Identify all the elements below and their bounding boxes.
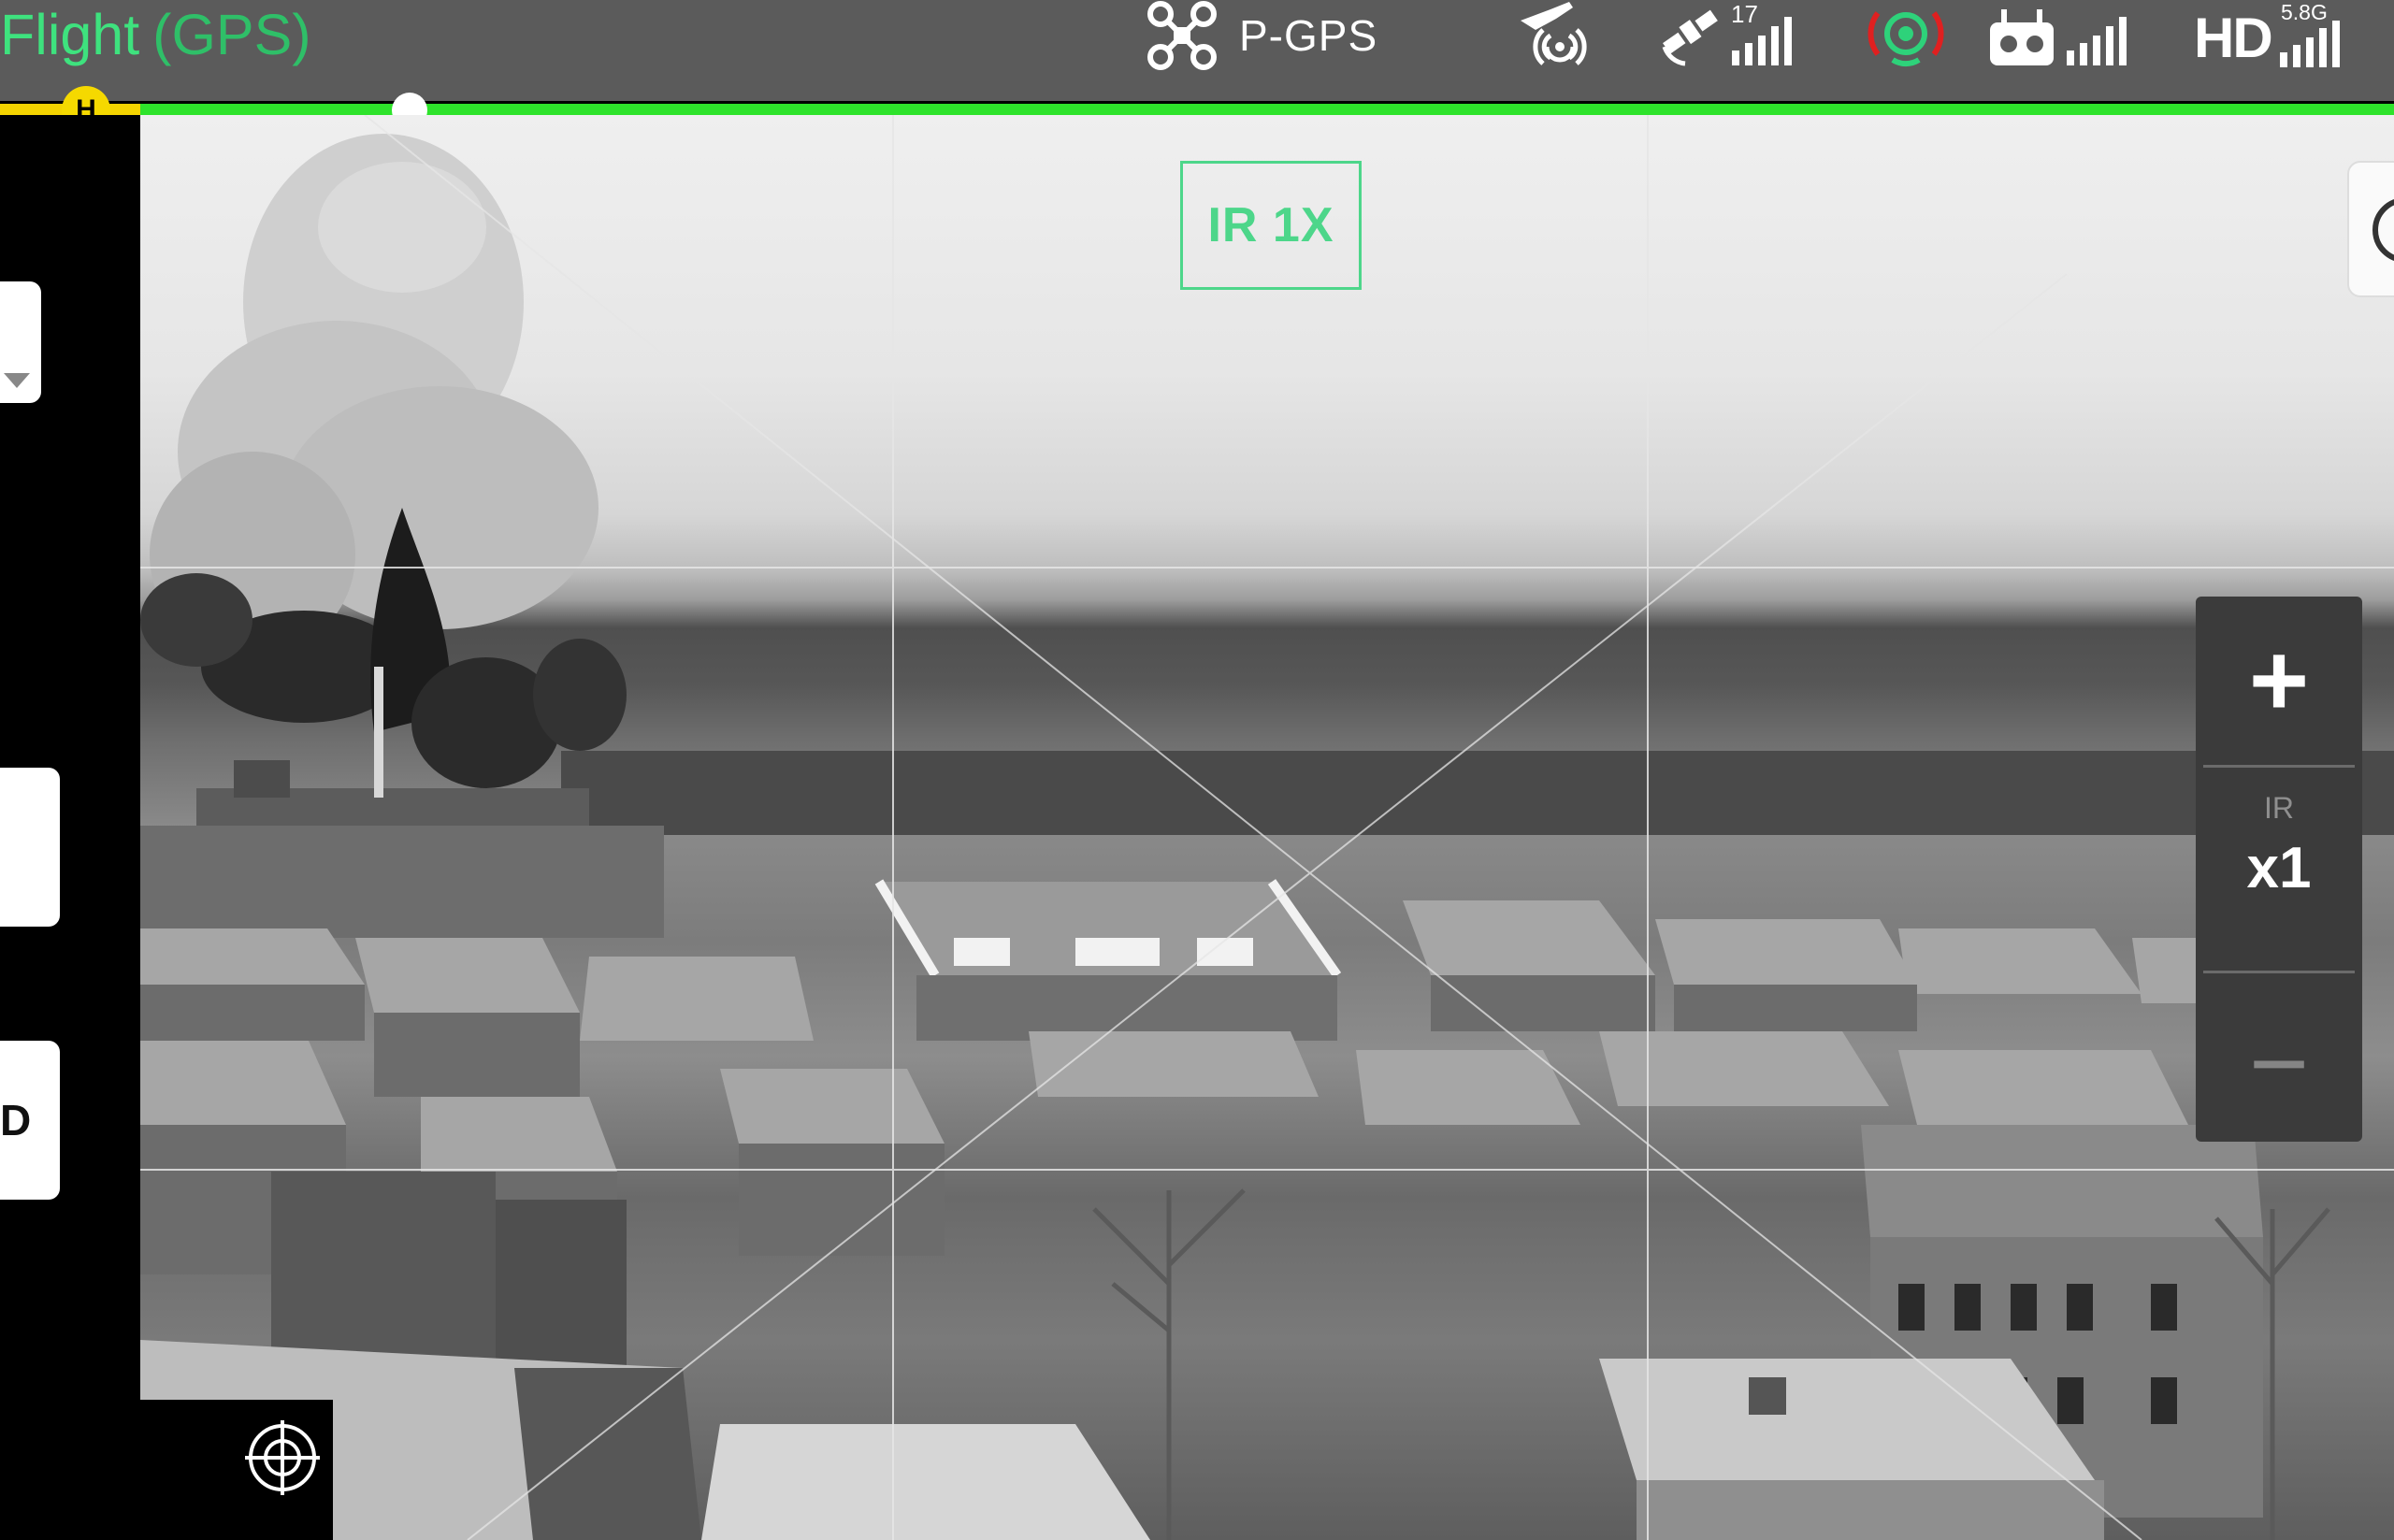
top-status-bar: Flight (GPS) P-GPS 17 HD 5.8G xyxy=(0,0,2394,101)
video-signal-bars-icon xyxy=(2280,21,2340,67)
flight-mode-gps: (GPS) xyxy=(152,3,311,66)
target-lock-button[interactable] xyxy=(140,1400,333,1540)
flight-mode-word: Flight xyxy=(0,3,140,66)
left-collapsed-button[interactable] xyxy=(0,768,60,927)
video-link-label[interactable]: HD xyxy=(2194,6,2273,70)
left-panel: D xyxy=(0,115,140,1540)
zoom-mode-label: IR xyxy=(2264,791,2294,825)
thermal-scene xyxy=(140,115,2394,1540)
thermal-camera-feed[interactable]: IR 1X xyxy=(140,115,2394,1540)
left-collapsed-menu-tab[interactable] xyxy=(0,281,41,403)
flight-mode-title[interactable]: Flight (GPS) xyxy=(0,0,311,70)
satellite-icon[interactable] xyxy=(1657,0,1728,67)
remote-controller-icon[interactable] xyxy=(1988,9,2055,67)
drone-mode-indicator[interactable]: P-GPS xyxy=(1146,0,1377,70)
camera-mode-overlay: IR 1X xyxy=(1180,161,1362,290)
rtk-signal-icon[interactable] xyxy=(1867,0,1945,69)
controller-signal-bars-icon xyxy=(2067,17,2127,65)
left-mode-label: D xyxy=(0,1096,32,1144)
zoom-divider xyxy=(2203,971,2355,973)
zoom-divider xyxy=(2203,765,2355,768)
camera-settings-button[interactable] xyxy=(2347,161,2394,297)
zoom-in-button[interactable]: + xyxy=(2196,597,2362,765)
signal-bars-icon xyxy=(1732,17,1792,65)
drone-icon xyxy=(1147,0,1217,70)
chevron-down-icon xyxy=(4,373,30,388)
drone-mode-label: P-GPS xyxy=(1239,10,1378,60)
zoom-out-button[interactable]: − xyxy=(2196,989,2362,1139)
left-collapsed-mode-button[interactable]: D xyxy=(0,1041,60,1200)
zoom-control-panel: + IR x1 − xyxy=(2196,597,2362,1142)
aircraft-broadcast-icon[interactable] xyxy=(1513,0,1588,67)
zoom-level-value: x1 xyxy=(2246,836,2312,900)
distant-treeline xyxy=(561,751,2394,835)
crosshair-target-icon xyxy=(245,1420,320,1495)
camera-settings-icon xyxy=(2372,199,2394,261)
snowy-ground xyxy=(701,1424,1150,1540)
altitude-progress-bar xyxy=(0,104,2394,115)
